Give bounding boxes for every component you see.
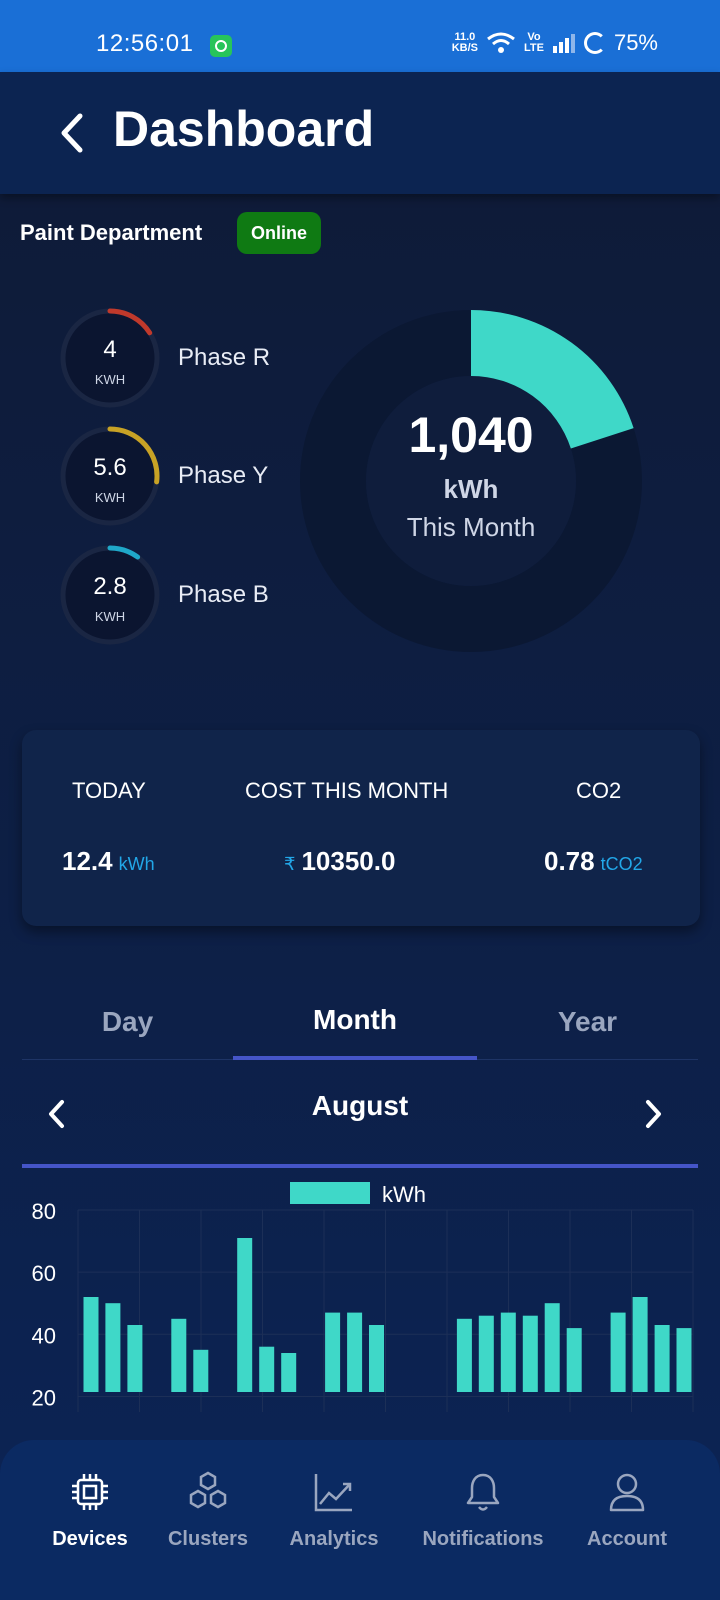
- hexagons-icon: [189, 1471, 227, 1509]
- status-indicators: 11.0 KB/S Vo LTE 75%: [452, 30, 658, 56]
- chart-bar: [654, 1325, 670, 1392]
- co2-unit: tCO2: [600, 854, 643, 874]
- chart-bar: [456, 1318, 472, 1392]
- chart-bar: [632, 1297, 648, 1392]
- phase-b-label: Phase B: [178, 581, 269, 608]
- back-button[interactable]: [52, 110, 92, 156]
- month-divider: [22, 1164, 698, 1168]
- nav-notifications[interactable]: Notifications: [413, 1470, 553, 1551]
- y-tick-label: 80: [32, 1199, 56, 1224]
- signal-icon: [552, 34, 575, 53]
- status-bar: 12:56:01 11.0 KB/S Vo LTE 75%: [0, 0, 720, 72]
- chart-bar: [259, 1346, 275, 1392]
- y-tick-label: 40: [32, 1323, 56, 1348]
- nav-account[interactable]: Account: [557, 1470, 697, 1551]
- phase-y-value: 5.6: [93, 454, 127, 481]
- phase-b-unit: KWH: [94, 609, 126, 624]
- status-time: 12:56:01: [96, 30, 194, 57]
- y-tick-label: 20: [32, 1385, 56, 1410]
- chart-bar: [347, 1312, 363, 1392]
- chart-bar: [325, 1312, 341, 1392]
- chart-bar: [566, 1328, 582, 1392]
- phase-r-label: Phase R: [178, 344, 271, 371]
- chart-bar: [676, 1328, 692, 1392]
- phase-b-value: 2.8: [93, 573, 127, 600]
- chart-bar: [544, 1303, 560, 1392]
- today-value: 12.4: [62, 846, 113, 876]
- chart-bar: [127, 1325, 143, 1392]
- nav-account-label: Account: [587, 1528, 667, 1550]
- phase-r-gauge: 4 KWH Phase R: [58, 306, 298, 414]
- co2-label: CO2: [576, 778, 622, 803]
- chip-icon: [72, 1474, 108, 1510]
- currency-symbol: ₹: [284, 854, 296, 874]
- y-tick-label: 60: [32, 1261, 56, 1286]
- legend-swatch: [290, 1182, 370, 1204]
- chart-bar: [83, 1297, 99, 1392]
- chart-bar: [500, 1312, 516, 1392]
- chart-bar: [610, 1312, 626, 1392]
- co2-value: 0.78: [544, 846, 595, 876]
- chart-bar: [478, 1315, 494, 1392]
- monthly-usage-unit: kWh: [443, 474, 499, 504]
- nav-clusters-label: Clusters: [167, 1528, 249, 1550]
- nav-notifications-label: Notifications: [422, 1528, 544, 1550]
- co2-value-group: 0.78 tCO2: [544, 846, 643, 877]
- current-month: August: [311, 1090, 409, 1121]
- monthly-usage-value: 1,040: [408, 407, 534, 463]
- battery-icon: [583, 32, 606, 54]
- wifi-icon: [487, 32, 515, 53]
- bell-icon: [466, 1473, 500, 1511]
- phase-r-value: 4: [103, 336, 117, 363]
- chart-bar: [193, 1349, 209, 1392]
- nav-analytics-label: Analytics: [289, 1528, 379, 1550]
- trend-chart-icon: [314, 1474, 352, 1512]
- chart-bar: [281, 1353, 297, 1392]
- chart-bar: [369, 1325, 384, 1392]
- chart-bar: [522, 1315, 538, 1392]
- chart-bar: [105, 1303, 121, 1392]
- tab-day[interactable]: Day: [22, 1006, 233, 1038]
- volte-icon: Vo LTE: [523, 31, 544, 54]
- next-month-button[interactable]: [638, 1094, 668, 1134]
- phase-y-gauge: 5.6 KWH Phase Y: [58, 424, 298, 532]
- phase-y-label: Phase Y: [178, 462, 269, 489]
- nav-clusters[interactable]: Clusters: [138, 1470, 278, 1551]
- chart-bar: [171, 1318, 187, 1392]
- month-navigator: August: [22, 1082, 698, 1172]
- status-badge: Online: [237, 212, 322, 254]
- network-speed: 11.0 KB/S: [451, 31, 478, 54]
- user-icon: [609, 1473, 645, 1512]
- cost-label: COST THIS MONTH: [245, 778, 449, 803]
- app-header: Dashboard: [0, 72, 720, 194]
- tab-month[interactable]: Month: [233, 1004, 477, 1036]
- chart-bar: [237, 1238, 253, 1392]
- nav-analytics[interactable]: Analytics: [264, 1470, 404, 1551]
- phase-r-unit: KWH: [94, 372, 126, 387]
- bottom-navigation: Devices Clusters Analytics Notifications…: [0, 1440, 720, 1600]
- tab-year[interactable]: Year: [477, 1006, 698, 1038]
- page-title: Dashboard: [113, 101, 375, 157]
- monthly-usage-caption: This Month: [406, 512, 536, 542]
- battery-level: 75%: [613, 30, 658, 55]
- monthly-usage-summary: 1,040 kWh This Month: [296, 306, 646, 656]
- phase-y-unit: KWH: [94, 490, 126, 505]
- usage-bar-chart: 20 40 60 80 kWh: [32, 1182, 694, 1412]
- legend-label: kWh: [382, 1182, 426, 1207]
- today-label: TODAY: [72, 778, 146, 803]
- active-tab-indicator: [233, 1056, 477, 1060]
- phase-b-gauge: 2.8 KWH Phase B: [58, 543, 298, 651]
- period-tabs: Day Month Year: [22, 990, 698, 1070]
- device-name: Paint Department: [20, 220, 203, 245]
- app-notification-icon: [210, 35, 232, 57]
- cost-value: 10350.0: [301, 846, 396, 876]
- stats-card: TODAY COST THIS MONTH CO2 12.4 kWh ₹10350…: [22, 730, 700, 926]
- cost-value-group: ₹10350.0: [284, 846, 395, 877]
- today-value-group: 12.4 kWh: [62, 846, 155, 877]
- today-unit: kWh: [118, 854, 155, 874]
